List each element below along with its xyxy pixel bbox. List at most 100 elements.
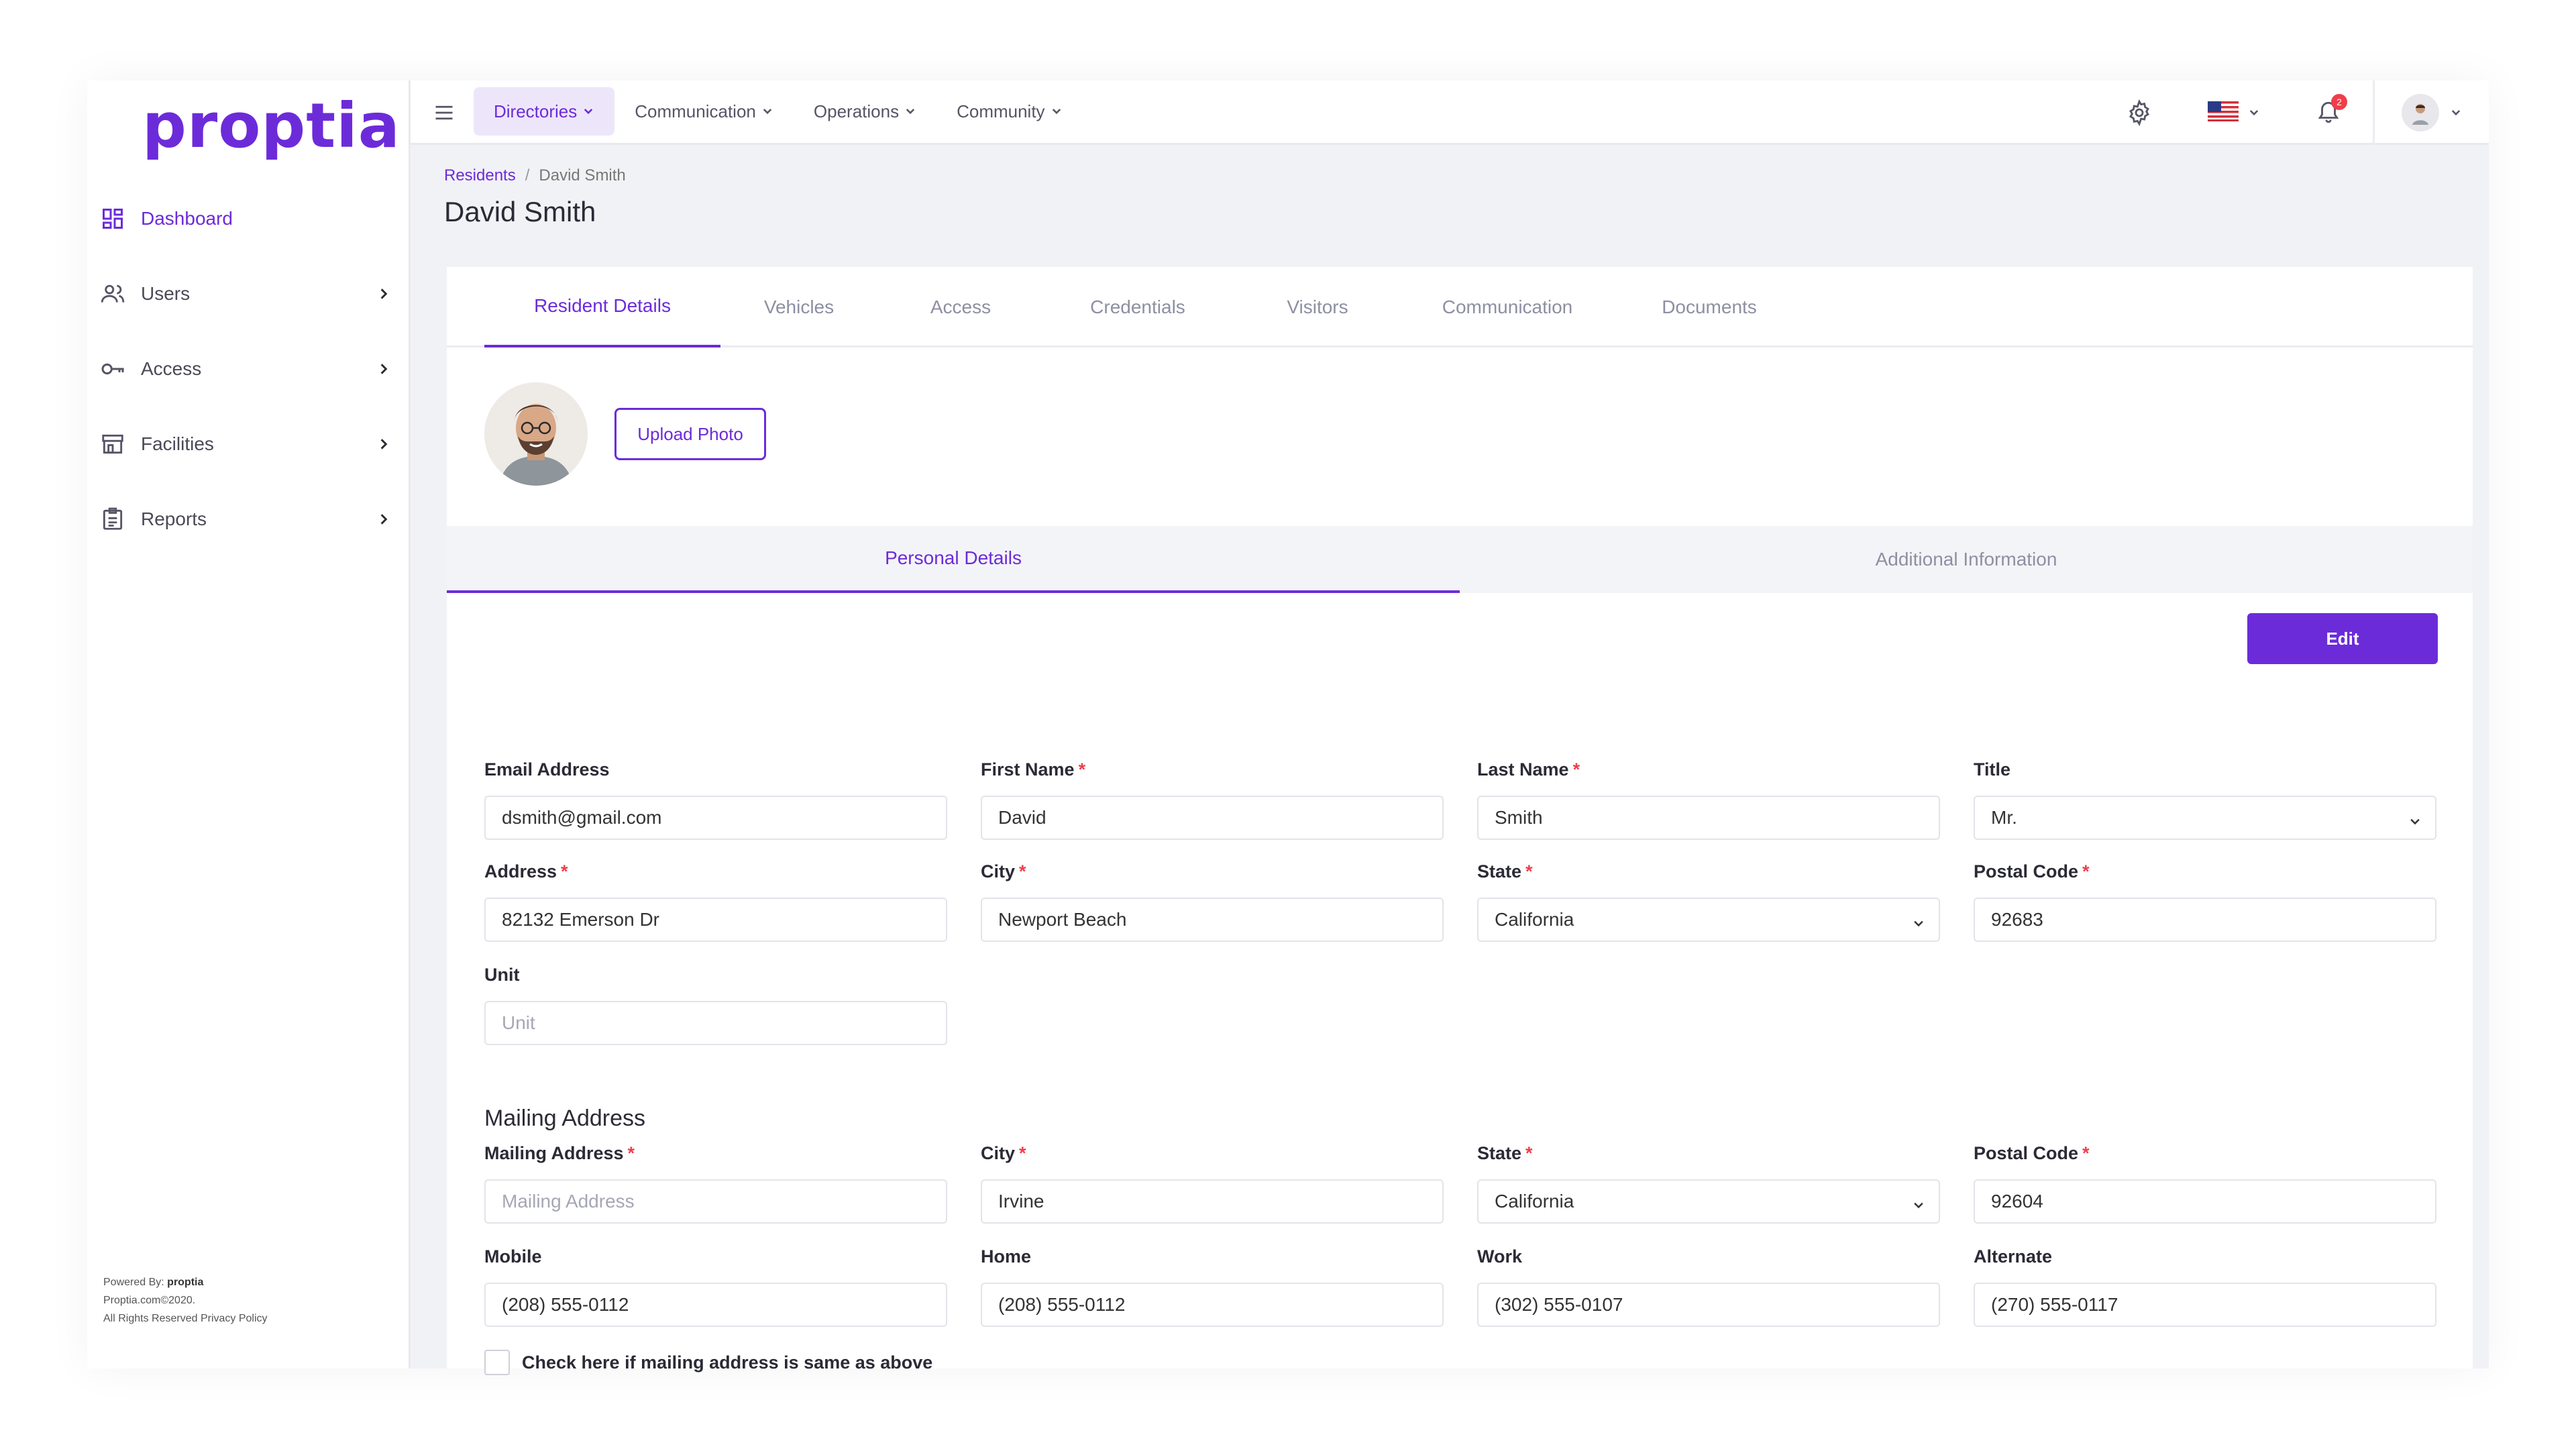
avatar: [2402, 94, 2439, 131]
tab-communication[interactable]: Communication: [1403, 267, 1611, 347]
rights-privacy-link[interactable]: All Rights Reserved Privacy Policy: [103, 1309, 268, 1328]
alternate-phone-field: Alternate (270) 555-0117: [1974, 1246, 2436, 1327]
sidebar-footer: Powered By: proptia Proptia.com©2020. Al…: [103, 1273, 268, 1328]
menu-operations[interactable]: Operations: [794, 87, 936, 136]
address-input[interactable]: 82132 Emerson Dr: [484, 898, 947, 942]
language-selector[interactable]: [2208, 101, 2260, 125]
address-field: Address * 82132 Emerson Dr: [484, 861, 947, 942]
sidebar: proptia Dashboard Users Access Facilitie…: [87, 80, 411, 1368]
last-name-field: Last Name * Smith: [1477, 759, 1940, 840]
field-label: Last Name *: [1477, 759, 1580, 780]
field-label: Alternate: [1974, 1246, 2053, 1267]
profile-photo: [484, 382, 588, 486]
sidebar-item-label: Access: [141, 358, 202, 379]
sidebar-item-facilities[interactable]: Facilities: [87, 407, 411, 482]
menu-communication[interactable]: Communication: [614, 87, 794, 136]
first-name-input[interactable]: David: [981, 796, 1444, 840]
chevron-down-icon: [1912, 1195, 1925, 1217]
menu-directories[interactable]: Directories: [474, 87, 615, 136]
sidebar-item-label: Reports: [141, 508, 207, 529]
chevron-down-icon: [761, 105, 773, 117]
title-select[interactable]: Mr.: [1974, 796, 2436, 840]
tab-vehicles[interactable]: Vehicles: [720, 267, 877, 347]
sidebar-item-dashboard[interactable]: Dashboard: [87, 181, 411, 256]
sidebar-item-users[interactable]: Users: [87, 256, 411, 331]
chevron-down-icon: [2450, 107, 2462, 119]
gear-icon[interactable]: [2119, 93, 2159, 133]
top-bar-actions: 2: [2095, 80, 2489, 145]
mailing-state-select[interactable]: California: [1477, 1179, 1940, 1224]
us-flag-icon: [2208, 101, 2239, 125]
field-label: Postal Code *: [1974, 1143, 2090, 1163]
title-field: Title Mr.: [1974, 759, 2436, 840]
state-select[interactable]: California: [1477, 898, 1940, 942]
mobile-field: Mobile (208) 555-0112: [484, 1246, 947, 1327]
sidebar-item-label: Users: [141, 283, 191, 304]
email-input[interactable]: dsmith@gmail.com: [484, 796, 947, 840]
breadcrumb-residents-link[interactable]: Residents: [444, 166, 516, 184]
state-field: State * California: [1477, 861, 1940, 942]
chevron-down-icon: [2248, 107, 2260, 119]
work-phone-input[interactable]: (302) 555-0107: [1477, 1283, 1940, 1327]
postal-code-input[interactable]: 92683: [1974, 898, 2436, 942]
field-label: Postal Code *: [1974, 861, 2090, 881]
tab-documents[interactable]: Documents: [1611, 267, 1807, 347]
field-label: Home: [981, 1246, 1032, 1267]
unit-field: Unit Unit: [484, 965, 947, 1045]
mailing-address-title: Mailing Address: [484, 1106, 646, 1131]
user-menu[interactable]: [2373, 80, 2489, 145]
field-label: First Name *: [981, 759, 1086, 780]
home-phone-input[interactable]: (208) 555-0112: [981, 1283, 1444, 1327]
mobile-input[interactable]: (208) 555-0112: [484, 1283, 947, 1327]
mailing-address-input[interactable]: Mailing Address: [484, 1179, 947, 1224]
notification-badge: 2: [2331, 94, 2347, 110]
logo[interactable]: proptia: [142, 90, 400, 162]
tab-access[interactable]: Access: [877, 267, 1044, 347]
tab-personal-details[interactable]: Personal Details: [447, 526, 1460, 593]
upload-photo-button[interactable]: Upload Photo: [614, 408, 766, 460]
breadcrumb-separator: /: [525, 166, 530, 184]
sidebar-item-label: Facilities: [141, 433, 214, 454]
home-phone-field: Home (208) 555-0112: [981, 1246, 1444, 1327]
same-address-checkbox[interactable]: [484, 1350, 510, 1375]
field-label: State *: [1477, 861, 1533, 881]
mailing-address-field: Mailing Address * Mailing Address: [484, 1143, 947, 1224]
mailing-state-field: State * California: [1477, 1143, 1940, 1224]
tab-resident-details[interactable]: Resident Details: [484, 267, 720, 347]
chevron-right-icon: [372, 432, 396, 456]
tab-credentials[interactable]: Credentials: [1044, 267, 1232, 347]
breadcrumb: Residents / David Smith: [444, 166, 626, 185]
chevron-right-icon: [372, 357, 396, 381]
chevron-right-icon: [372, 282, 396, 306]
details-subtabs: Personal Details Additional Information: [447, 526, 2473, 593]
menu-community[interactable]: Community: [936, 87, 1082, 136]
last-name-input[interactable]: Smith: [1477, 796, 1940, 840]
powered-by: Powered By: proptia: [103, 1277, 204, 1288]
chevron-down-icon: [582, 105, 594, 117]
field-label: Email Address: [484, 759, 610, 780]
tab-visitors[interactable]: Visitors: [1232, 267, 1403, 347]
sidebar-nav: Dashboard Users Access Facilities Report…: [87, 181, 411, 557]
mailing-postal-code-input[interactable]: 92604: [1974, 1179, 2436, 1224]
logo-text: proptia: [142, 90, 400, 162]
mailing-city-input[interactable]: Irvine: [981, 1179, 1444, 1224]
resident-card: Resident Details Vehicles Access Credent…: [447, 267, 2473, 1375]
unit-input[interactable]: Unit: [484, 1001, 947, 1045]
sidebar-item-access[interactable]: Access: [87, 331, 411, 407]
sidebar-item-reports[interactable]: Reports: [87, 482, 411, 557]
building-icon: [98, 429, 127, 459]
same-address-checkbox-row[interactable]: Check here if mailing address is same as…: [484, 1350, 932, 1375]
alternate-phone-input[interactable]: (270) 555-0117: [1974, 1283, 2436, 1327]
edit-button[interactable]: Edit: [2247, 613, 2438, 664]
chevron-down-icon: [904, 105, 916, 117]
city-field: City * Newport Beach: [981, 861, 1444, 942]
hamburger-menu-icon[interactable]: [431, 99, 458, 126]
chevron-down-icon: [1051, 105, 1063, 117]
field-label: City *: [981, 861, 1026, 881]
tab-additional-information[interactable]: Additional Information: [1460, 526, 2473, 593]
city-input[interactable]: Newport Beach: [981, 898, 1444, 942]
top-menu: Directories Communication Operations Com…: [474, 87, 1083, 136]
chevron-down-icon: [2408, 812, 2422, 833]
notifications-button[interactable]: 2: [2308, 93, 2349, 133]
app-window: proptia Dashboard Users Access Facilitie…: [87, 80, 2489, 1375]
